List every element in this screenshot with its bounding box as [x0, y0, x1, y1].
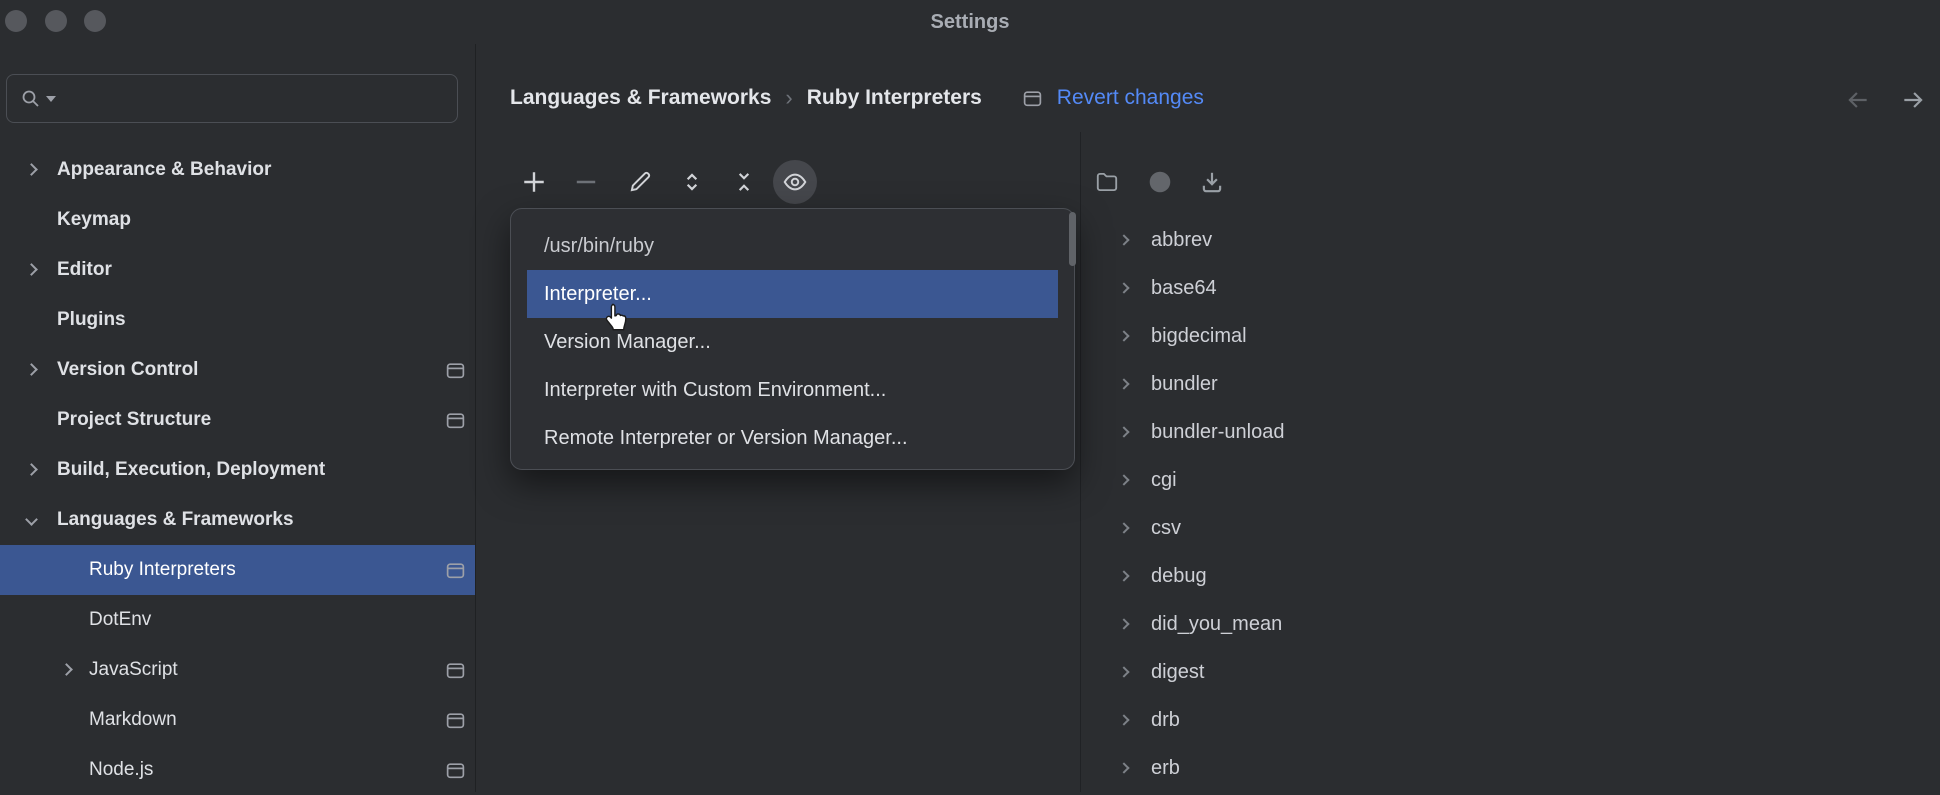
pencil-icon [627, 169, 653, 195]
chevron-right-icon [1118, 330, 1130, 342]
chevron-right-icon [1118, 522, 1130, 534]
chevron-right-icon [25, 363, 38, 376]
chevron-right-icon [1118, 234, 1130, 246]
revert-changes-link[interactable]: Revert changes [1057, 86, 1204, 110]
chevron-right-icon [1118, 714, 1130, 726]
menu-item-custom-environment[interactable]: Interpreter with Custom Environment... [527, 366, 1058, 414]
sidebar-item-ruby-interpreters[interactable]: Ruby Interpreters [0, 545, 475, 595]
arrow-left-icon [1845, 87, 1871, 113]
search-options-caret-icon [46, 95, 56, 102]
chevron-down-icon [25, 513, 38, 526]
search-input[interactable] [6, 74, 458, 123]
hand-cursor [602, 302, 630, 336]
gem-item-bigdecimal[interactable]: bigdecimal [1081, 312, 1940, 360]
sidebar-item-dotenv[interactable]: DotEnv [0, 595, 475, 645]
sidebar-item-appearance-behavior[interactable]: Appearance & Behavior [0, 145, 475, 195]
chevron-right-icon [25, 263, 38, 276]
folder-button[interactable] [1089, 164, 1125, 200]
folder-icon [1094, 169, 1120, 195]
window-icon [445, 410, 466, 431]
menu-item-remote-interpreter[interactable]: Remote Interpreter or Version Manager... [527, 414, 1058, 462]
scrollbar-thumb[interactable] [1069, 212, 1076, 266]
minus-icon [573, 169, 599, 195]
gems-list: abbrev base64 bigdecimal bundler bundler… [1081, 216, 1940, 792]
chevron-right-icon [60, 663, 73, 676]
chevron-right-icon [25, 163, 38, 176]
download-button[interactable] [1194, 164, 1230, 200]
gem-item-abbrev[interactable]: abbrev [1081, 216, 1940, 264]
titlebar: Settings [0, 0, 1940, 44]
collapse-all-button[interactable] [726, 164, 762, 200]
sidebar-item-keymap[interactable]: Keymap [0, 195, 475, 245]
gem-item-digest[interactable]: digest [1081, 648, 1940, 696]
unfold-icon [679, 169, 705, 195]
sidebar-item-nodejs[interactable]: Node.js [0, 745, 475, 795]
settings-sidebar: Appearance & Behavior Keymap Editor Plug… [0, 44, 476, 792]
window-icon [1022, 88, 1043, 109]
show-hidden-interpreters-button[interactable] [773, 160, 817, 204]
chevron-right-icon [1118, 282, 1130, 294]
window-icon [445, 560, 466, 581]
sidebar-item-version-control[interactable]: Version Control [0, 345, 475, 395]
gem-item-csv[interactable]: csv [1081, 504, 1940, 552]
chevron-right-icon [1118, 762, 1130, 774]
sidebar-item-markdown[interactable]: Markdown [0, 695, 475, 745]
settings-tree: Appearance & Behavior Keymap Editor Plug… [0, 145, 475, 795]
gem-item-drb[interactable]: drb [1081, 696, 1940, 744]
breadcrumb-current: Ruby Interpreters [806, 86, 982, 109]
gem-item-bundler[interactable]: bundler [1081, 360, 1940, 408]
gem-item-debug[interactable]: debug [1081, 552, 1940, 600]
chevron-right-icon [1118, 570, 1130, 582]
download-icon [1199, 169, 1225, 195]
interpreter-list-item[interactable]: /usr/bin/ruby [511, 222, 1074, 270]
gem-item-did-you-mean[interactable]: did_you_mean [1081, 600, 1940, 648]
filled-circle-icon [1147, 169, 1173, 195]
gem-item-erb[interactable]: erb [1081, 744, 1940, 792]
sidebar-item-languages-frameworks[interactable]: Languages & Frameworks [0, 495, 475, 545]
expand-all-button[interactable] [674, 164, 710, 200]
window-icon [445, 660, 466, 681]
sidebar-item-javascript[interactable]: JavaScript [0, 645, 475, 695]
sidebar-item-editor[interactable]: Editor [0, 245, 475, 295]
window-icon [445, 710, 466, 731]
forward-button[interactable] [1899, 86, 1927, 114]
chevron-right-icon [1118, 426, 1130, 438]
gem-item-bundler-unload[interactable]: bundler-unload [1081, 408, 1940, 456]
back-button[interactable] [1844, 86, 1872, 114]
plus-icon [521, 169, 547, 195]
window-icon [445, 360, 466, 381]
window-title: Settings [930, 11, 1010, 33]
sidebar-item-plugins[interactable]: Plugins [0, 295, 475, 345]
gem-item-cgi[interactable]: cgi [1081, 456, 1940, 504]
chevron-right-icon [25, 463, 38, 476]
add-interpreter-popup: /usr/bin/ruby Interpreter... Version Man… [510, 208, 1075, 470]
window-icon [445, 760, 466, 781]
sidebar-item-project-structure[interactable]: Project Structure [0, 395, 475, 445]
gem-item-base64[interactable]: base64 [1081, 264, 1940, 312]
add-interpreter-button[interactable] [516, 164, 552, 200]
fold-icon [731, 169, 757, 195]
breadcrumb-parent[interactable]: Languages & Frameworks [510, 86, 771, 110]
arrow-right-icon [1900, 87, 1926, 113]
eye-icon [782, 169, 808, 195]
breadcrumb-separator: › [785, 85, 793, 110]
chevron-right-icon [1118, 474, 1130, 486]
sidebar-item-build-execution-deployment[interactable]: Build, Execution, Deployment [0, 445, 475, 495]
remove-interpreter-button[interactable] [568, 164, 604, 200]
chevron-right-icon [1118, 618, 1130, 630]
status-dot-button[interactable] [1142, 164, 1178, 200]
edit-interpreter-button[interactable] [622, 164, 658, 200]
breadcrumb: Languages & Frameworks › Ruby Interprete… [510, 80, 1204, 116]
chevron-right-icon [1118, 666, 1130, 678]
search-icon [21, 89, 41, 109]
chevron-right-icon [1118, 378, 1130, 390]
